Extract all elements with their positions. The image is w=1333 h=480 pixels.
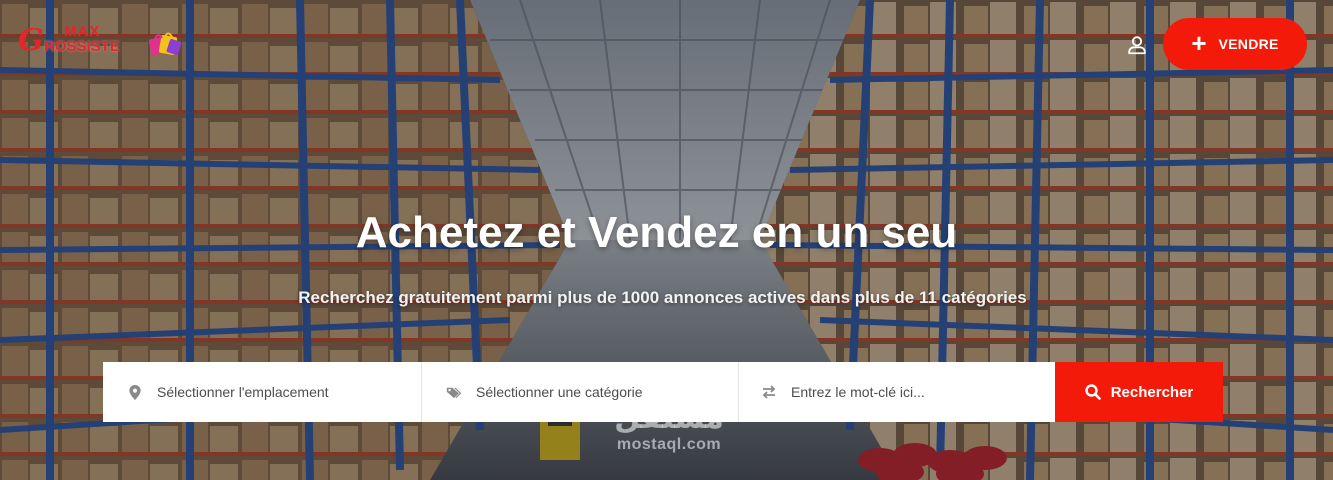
watermark-arabic: مستقل	[614, 401, 724, 436]
search-button-label: Rechercher	[1110, 383, 1194, 401]
account-button[interactable]	[1120, 28, 1154, 62]
location-select[interactable]: Sélectionner l'emplacement	[103, 362, 421, 422]
hero-title: Achetez et Vendez en un seu	[355, 208, 958, 257]
location-placeholder: Sélectionner l'emplacement	[157, 384, 329, 400]
logo-grossiste: ROSSISTE	[44, 38, 120, 55]
hero-subtitle: Recherchez gratuitement parmi plus de 10…	[298, 288, 1027, 307]
shopping-bags-icon	[148, 32, 182, 56]
plus-icon: +	[1191, 28, 1207, 58]
map-pin-icon	[127, 384, 143, 400]
category-placeholder: Sélectionner une catégorie	[476, 384, 643, 400]
search-button[interactable]: Rechercher	[1055, 362, 1223, 422]
sell-button[interactable]: + VENDRE	[1163, 18, 1307, 70]
keyword-input[interactable]: Entrez le mot-clé ici...	[738, 362, 1055, 422]
logo-max: MAX	[64, 23, 101, 40]
keyword-placeholder: Entrez le mot-clé ici...	[791, 384, 925, 400]
user-icon	[1128, 36, 1146, 55]
watermark-latin: mostaql.com	[616, 436, 722, 453]
watermark: مستقل mostaql.com	[604, 404, 734, 454]
tags-icon	[446, 384, 462, 400]
sell-button-label: VENDRE	[1218, 36, 1279, 52]
logo-initial: G	[18, 23, 44, 58]
swap-arrows-icon	[761, 384, 777, 400]
brand-logo[interactable]: G MAX ROSSISTE	[18, 23, 182, 64]
search-icon	[1085, 384, 1101, 400]
